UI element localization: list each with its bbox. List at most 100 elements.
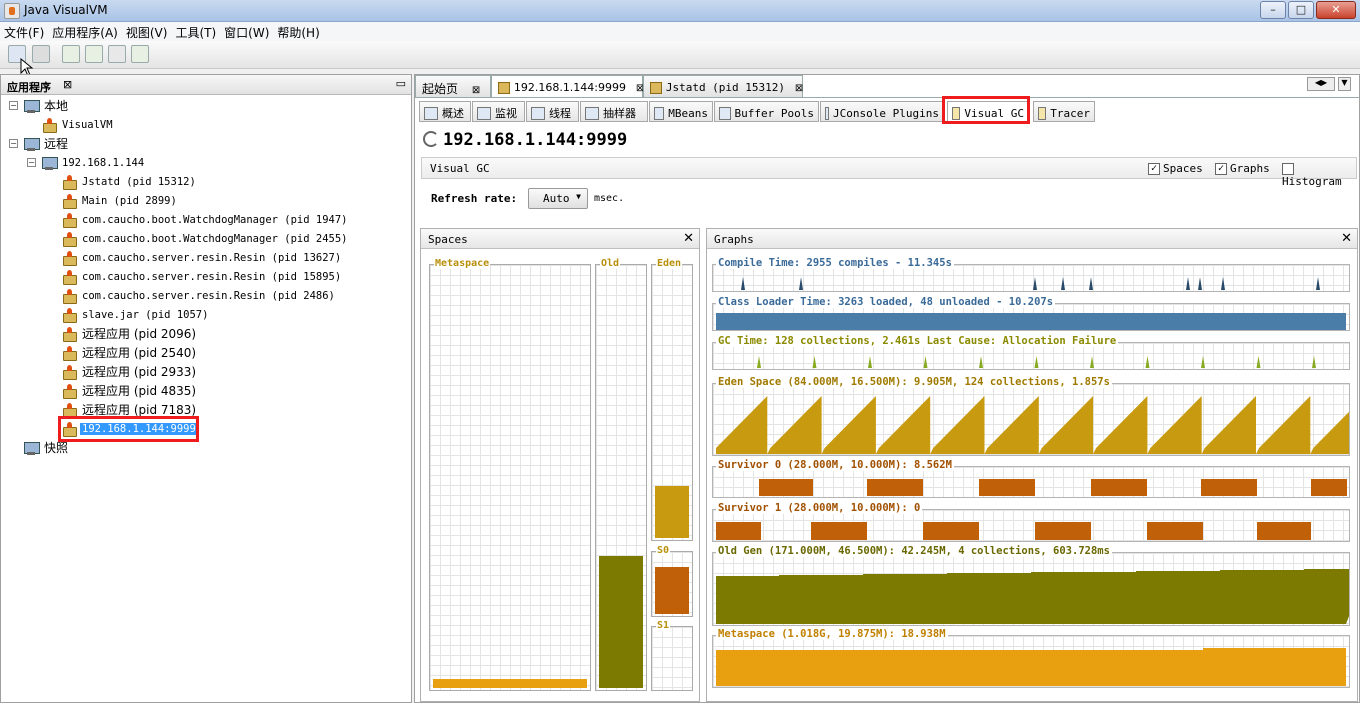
tab-start-page[interactable]: 起始页 ⊠ [415, 75, 491, 97]
subtab-threads[interactable]: 线程 [526, 101, 579, 122]
tree-node[interactable]: com.caucho.boot.WatchdogManager (pid 245… [61, 229, 350, 248]
tree-node[interactable]: 快照 [23, 438, 70, 457]
add-jmx-connection-icon[interactable] [62, 45, 80, 63]
tree-node-label: com.caucho.boot.WatchdogManager (pid 245… [82, 232, 348, 245]
survivor0-graph: Survivor 0 (28.000M, 10.000M): 8.562M [712, 459, 1350, 498]
tree-node[interactable]: com.caucho.server.resin.Resin (pid 15895… [61, 267, 343, 286]
threads-icon [531, 106, 545, 120]
thread-dump-icon[interactable] [131, 45, 149, 63]
sampler-icon [585, 106, 599, 120]
java-app-icon [61, 402, 77, 418]
mbeans-icon [654, 106, 665, 120]
tree-node[interactable]: VisualVM [41, 115, 115, 134]
tree-node-label: 远程应用 (pid 4835) [82, 384, 197, 398]
subtab-tracer[interactable]: Tracer [1033, 101, 1095, 122]
subtab-mbeans[interactable]: MBeans [649, 101, 713, 122]
tree-node[interactable]: 192.168.1.144 [41, 153, 146, 172]
histogram-check-icon [1282, 163, 1294, 175]
survivor0-block [759, 479, 813, 496]
gc-spike [868, 356, 872, 368]
loading-spinner-icon [423, 131, 439, 147]
tree-node[interactable]: 远程应用 (pid 7183) [61, 400, 198, 419]
tree-node-label: com.caucho.server.resin.Resin (pid 2486) [82, 289, 335, 302]
tree-node[interactable]: com.caucho.boot.WatchdogManager (pid 194… [61, 210, 350, 229]
survivor1-block [1257, 522, 1311, 540]
tree-node[interactable]: 远程应用 (pid 2933) [61, 362, 198, 381]
survivor1-block [1035, 522, 1091, 540]
gc-time-graph: GC Time: 128 collections, 2.461s Last Ca… [712, 335, 1350, 370]
tree-node[interactable]: Main (pid 2899) [61, 191, 179, 210]
subtab-monitor[interactable]: 监视 [472, 101, 525, 122]
java-app-icon [61, 307, 77, 323]
metaspace-usage-area [716, 648, 1346, 686]
maximize-button[interactable]: □ [1288, 1, 1314, 19]
gc-spike [1312, 356, 1316, 368]
subtab-overview[interactable]: 概述 [419, 101, 471, 122]
tab-list-dropdown[interactable]: ▼ [1338, 77, 1351, 91]
tree-node[interactable]: com.caucho.server.resin.Resin (pid 2486) [61, 286, 337, 305]
survivor0-block [867, 479, 923, 496]
subtab-buffer-pools[interactable]: Buffer Pools [714, 101, 819, 122]
heap-dump-icon[interactable] [108, 45, 126, 63]
menu-applications[interactable]: 应用程序(A) [48, 22, 122, 41]
survivor0-block [1311, 479, 1347, 496]
tree-node[interactable]: Jstatd (pid 15312) [61, 172, 198, 191]
tree-node-label: 远程应用 (pid 7183) [82, 403, 197, 417]
subtab-jconsole-plugins[interactable]: JConsole Plugins [820, 101, 944, 122]
menu-view[interactable]: 视图(V) [122, 22, 172, 41]
close-button[interactable]: ✕ [1316, 1, 1356, 19]
compile-spike [799, 277, 803, 290]
panel-close-icon[interactable]: ⊠ [63, 78, 72, 91]
minimize-button[interactable]: – [1260, 1, 1286, 19]
toolbar [0, 41, 1360, 77]
jmx-icon [498, 81, 510, 94]
histogram-checkbox[interactable]: Histogram [1282, 162, 1356, 188]
tree-node[interactable]: 远程 [23, 134, 70, 153]
menu-file[interactable]: 文件(F) [0, 22, 48, 41]
spaces-checkbox[interactable]: ✓ Spaces [1148, 162, 1203, 175]
tree-node[interactable]: com.caucho.server.resin.Resin (pid 13627… [61, 248, 343, 267]
gc-spike [923, 356, 928, 368]
menu-help[interactable]: 帮助(H) [273, 22, 323, 41]
title-bar: Java VisualVM – □ ✕ [0, 0, 1360, 22]
graphs-close-icon[interactable]: ✕ [1341, 231, 1352, 246]
tree-node[interactable]: 本地 [23, 96, 70, 115]
menu-tools[interactable]: 工具(T) [171, 22, 220, 41]
tree-expander-icon[interactable]: − [27, 158, 36, 167]
compile-time-graph: Compile Time: 2955 compiles - 11.345s [712, 257, 1350, 292]
gc-spike [1034, 356, 1039, 368]
add-remote-host-icon[interactable] [85, 45, 103, 63]
refresh-rate-select[interactable]: Auto ▼ [528, 188, 588, 209]
tree-node[interactable]: 192.168.1.144:9999 [61, 419, 198, 438]
tree-expander-icon[interactable]: − [9, 101, 18, 110]
survivor1-space: S1 [651, 620, 693, 691]
compile-spike [1033, 277, 1037, 290]
java-app-icon [61, 288, 77, 304]
tab-jstatd[interactable]: Jstatd (pid 15312) ⊠ [643, 75, 803, 97]
tree-node[interactable]: slave.jar (pid 1057) [61, 305, 210, 324]
java-app-icon [61, 383, 77, 399]
graphs-checkbox[interactable]: ✓ Graphs [1215, 162, 1270, 175]
tree-expander-icon[interactable]: − [9, 139, 18, 148]
tree-node[interactable]: 远程应用 (pid 2540) [61, 343, 198, 362]
menu-window[interactable]: 窗口(W) [220, 22, 273, 41]
tree-node-label: com.caucho.server.resin.Resin (pid 15895… [82, 270, 342, 283]
subtab-sampler[interactable]: 抽样器 [580, 101, 648, 122]
gc-spike [812, 356, 817, 368]
spaces-close-icon[interactable]: ✕ [683, 231, 694, 246]
java-app-icon [61, 364, 77, 380]
tree-node-label: Jstatd (pid 15312) [82, 175, 196, 188]
tab-remote-jmx[interactable]: 192.168.1.144:9999 ⊠ [491, 75, 644, 97]
tree-node[interactable]: 远程应用 (pid 4835) [61, 381, 198, 400]
graphs-check-icon: ✓ [1215, 163, 1227, 175]
subtab-visual-gc[interactable]: Visual GC [947, 101, 1029, 122]
section-title: Visual GC [430, 162, 490, 175]
compile-spike [1316, 277, 1320, 290]
panel-minimize-icon[interactable]: ▭ [396, 77, 406, 90]
tree-node[interactable]: 远程应用 (pid 2096) [61, 324, 198, 343]
gc-spike [757, 356, 761, 368]
old-space: Old [595, 258, 647, 691]
tab-scroll-arrows[interactable]: ◀▶ [1307, 77, 1335, 91]
java-app-icon [61, 212, 77, 228]
tree-node-label: com.caucho.server.resin.Resin (pid 13627… [82, 251, 342, 264]
